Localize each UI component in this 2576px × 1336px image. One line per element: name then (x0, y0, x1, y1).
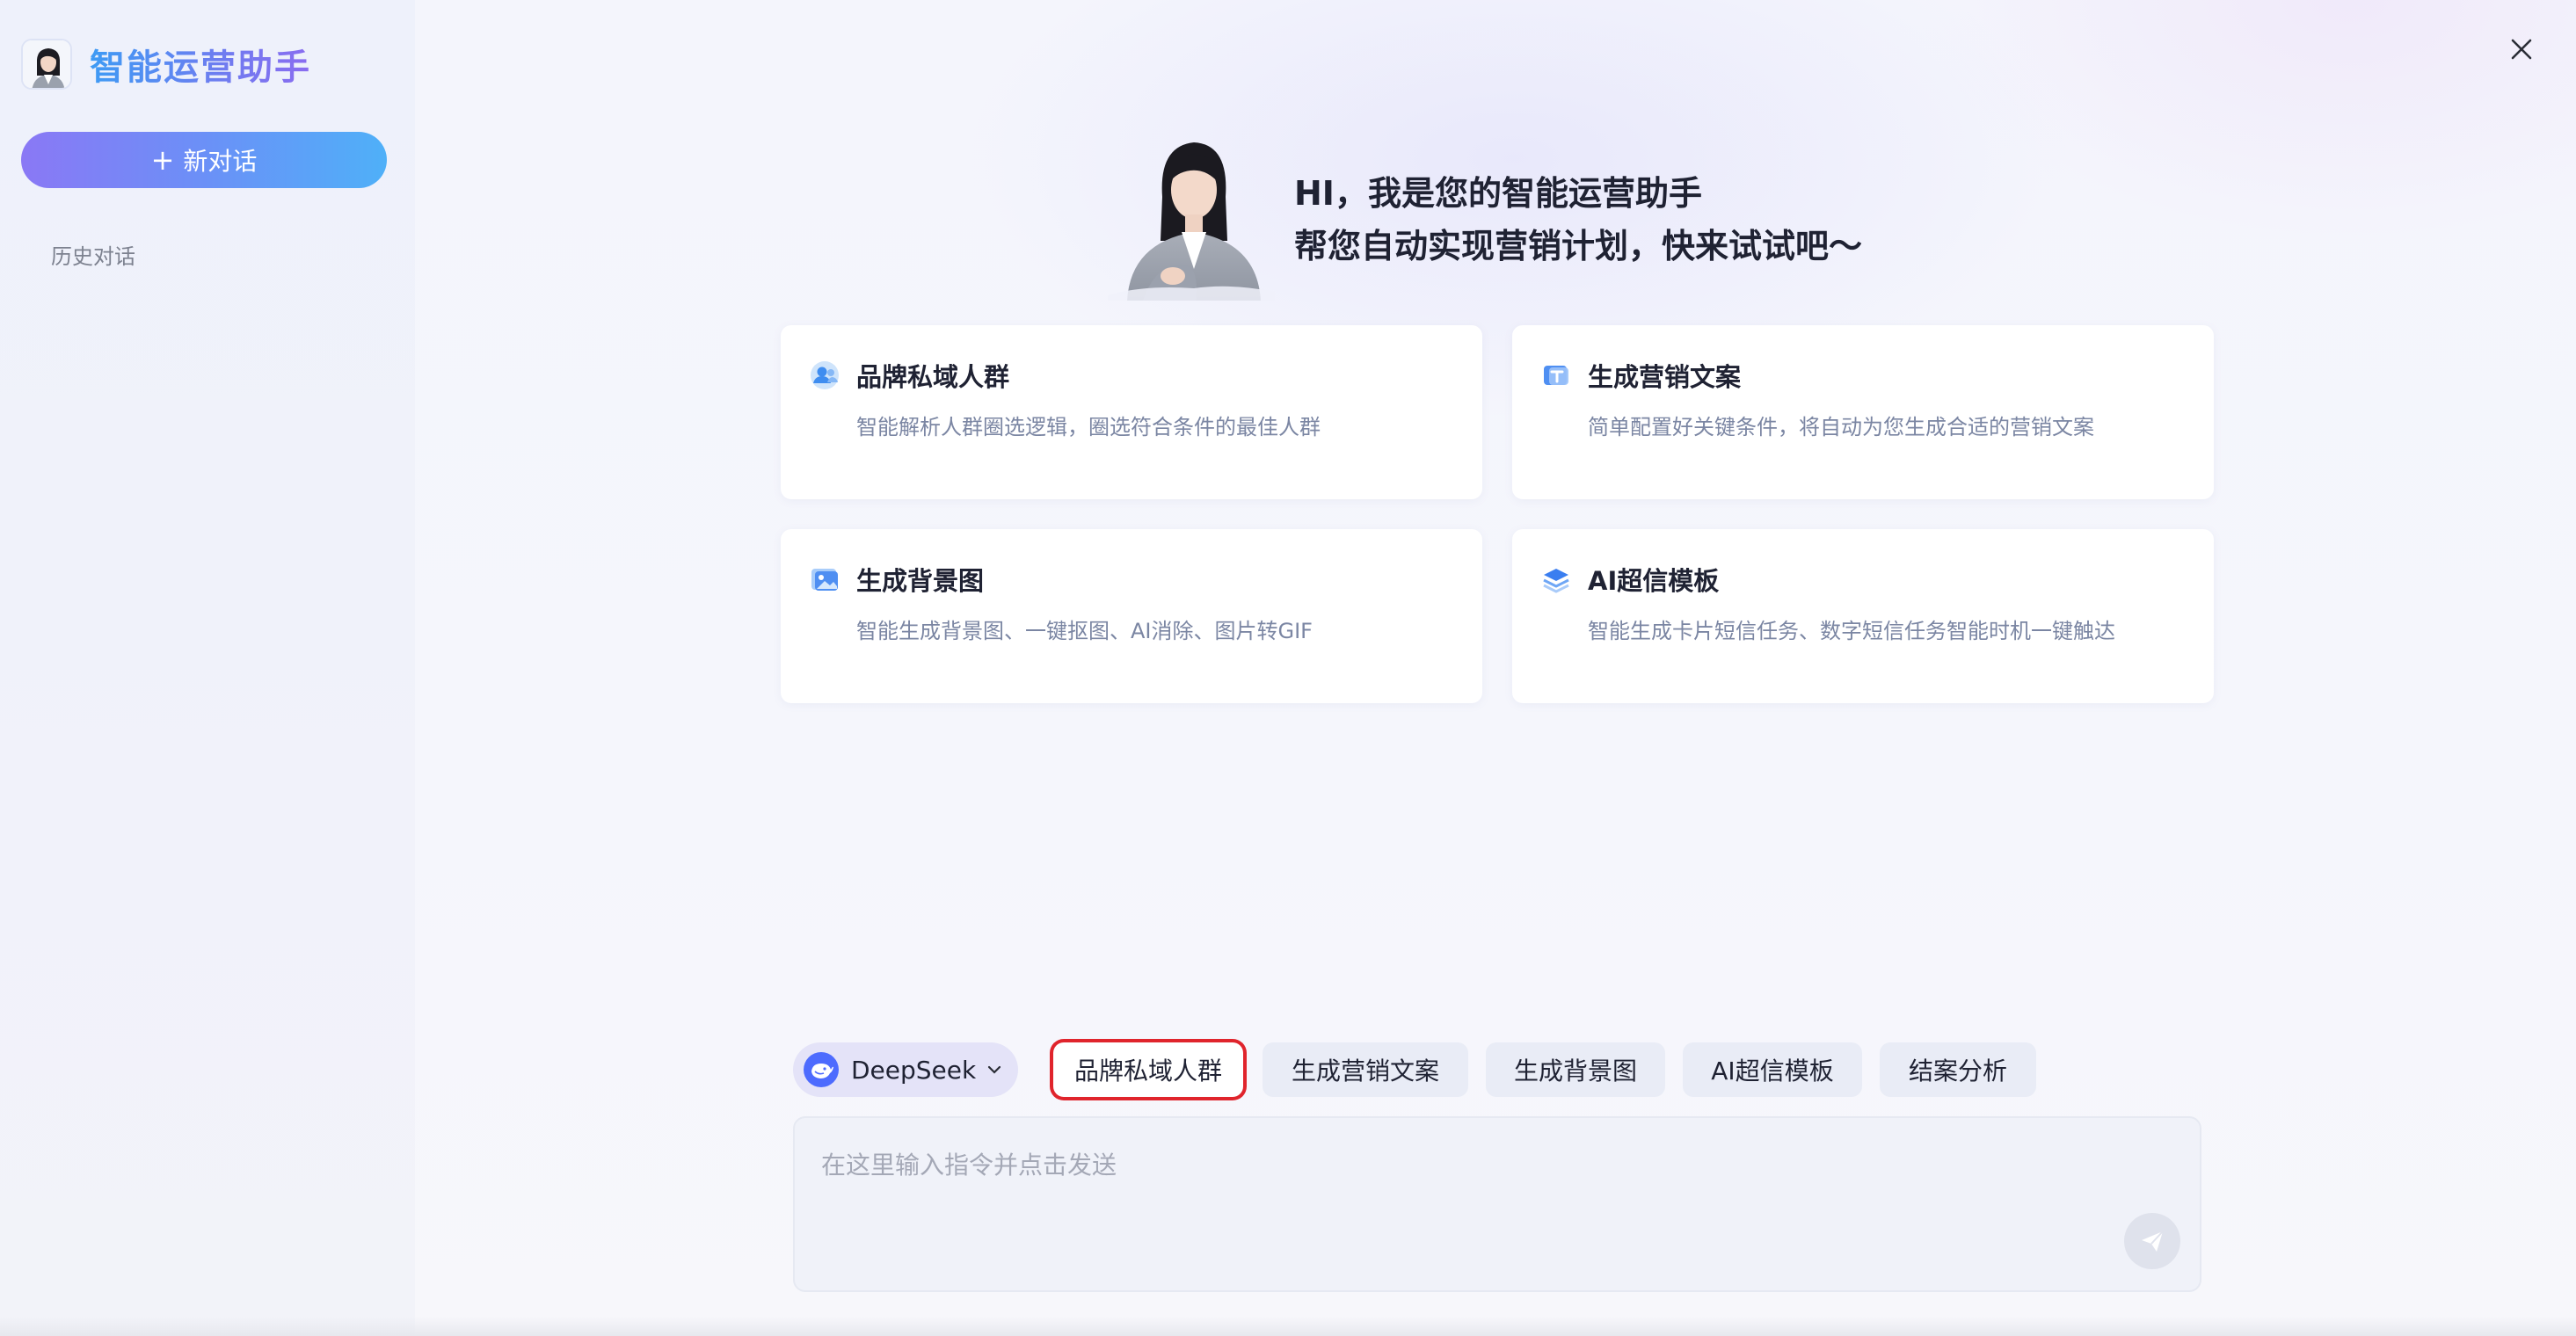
history-section-label: 历史对话 (51, 244, 135, 269)
new-chat-button[interactable]: + 新对话 (21, 132, 387, 188)
chip-label: 生成营销文案 (1291, 1056, 1439, 1086)
chip-case-analysis[interactable]: 结案分析 (1880, 1042, 2036, 1097)
card-description: 智能生成背景图、一键抠图、AI消除、图片转GIF (856, 619, 1313, 643)
model-selector[interactable]: DeepSeek (793, 1042, 1018, 1097)
bottom-shadow (0, 1317, 2576, 1336)
chip-marketing-copy[interactable]: 生成营销文案 (1263, 1042, 1468, 1097)
send-icon (2142, 1231, 2164, 1252)
brand: 智能运营助手 (21, 39, 311, 90)
feature-card-marketing-copy[interactable]: 生成营销文案 简单配置好关键条件，将自动为您生成合适的营销文案 (1512, 325, 2214, 499)
chip-label: 生成背景图 (1513, 1056, 1637, 1086)
feature-card-ai-sms-template[interactable]: AI超信模板 智能生成卡片短信任务、数字短信任务智能时机一键触达 (1512, 529, 2214, 703)
feature-card-brand-audience[interactable]: 品牌私域人群 智能解析人群圈选逻辑，圈选符合条件的最佳人群 (781, 325, 1482, 499)
chip-label: 结案分析 (1908, 1056, 2007, 1086)
sidebar: 智能运营助手 + 新对话 历史对话 (0, 0, 415, 1336)
card-title: AI超信模板 (1588, 566, 1720, 596)
user-group-icon (809, 359, 840, 391)
layers-icon (1540, 563, 1572, 595)
chevron-down-icon (985, 1060, 1004, 1079)
feature-card-background-image[interactable]: 生成背景图 智能生成背景图、一键抠图、AI消除、图片转GIF (781, 529, 1482, 703)
hero-line-2: 帮您自动实现营销计划，快来试试吧～ (1294, 227, 1863, 265)
text-document-icon (1540, 359, 1572, 391)
card-title: 生成背景图 (856, 566, 985, 596)
assistant-avatar-icon (21, 39, 72, 90)
deepseek-whale-icon (804, 1052, 839, 1087)
card-title: 生成营销文案 (1588, 362, 1742, 392)
image-icon (809, 563, 840, 595)
chip-ai-sms-template[interactable]: AI超信模板 (1683, 1042, 1862, 1097)
card-description: 简单配置好关键条件，将自动为您生成合适的营销文案 (1588, 415, 2094, 439)
chip-label: AI超信模板 (1711, 1056, 1834, 1086)
close-icon[interactable] (2506, 33, 2537, 65)
send-button[interactable] (2124, 1213, 2180, 1269)
card-title: 品牌私域人群 (856, 362, 1010, 392)
plus-icon: + (150, 143, 175, 177)
chat-input[interactable] (821, 1143, 2140, 1187)
chip-background-image[interactable]: 生成背景图 (1486, 1042, 1665, 1097)
chat-input-box (793, 1116, 2201, 1292)
assistant-hero-avatar (1108, 128, 1275, 301)
chip-brand-audience[interactable]: 品牌私域人群 (1053, 1042, 1243, 1097)
new-chat-label: 新对话 (183, 147, 258, 176)
card-description: 智能生成卡片短信任务、数字短信任务智能时机一键触达 (1588, 619, 2115, 643)
chip-label: 品牌私域人群 (1073, 1056, 1222, 1086)
brand-title: 智能运营助手 (90, 39, 311, 90)
quick-action-bar: DeepSeek 品牌私域人群 生成营销文案 生成背景图 AI超信模板 结案分析 (415, 1042, 2576, 1099)
model-name: DeepSeek (851, 1055, 977, 1085)
hero-line-1: HI，我是您的智能运营助手 (1294, 174, 1702, 213)
hero-greeting: HI，我是您的智能运营助手 帮您自动实现营销计划，快来试试吧～ (1294, 167, 1862, 272)
card-description: 智能解析人群圈选逻辑，圈选符合条件的最佳人群 (856, 415, 1321, 439)
